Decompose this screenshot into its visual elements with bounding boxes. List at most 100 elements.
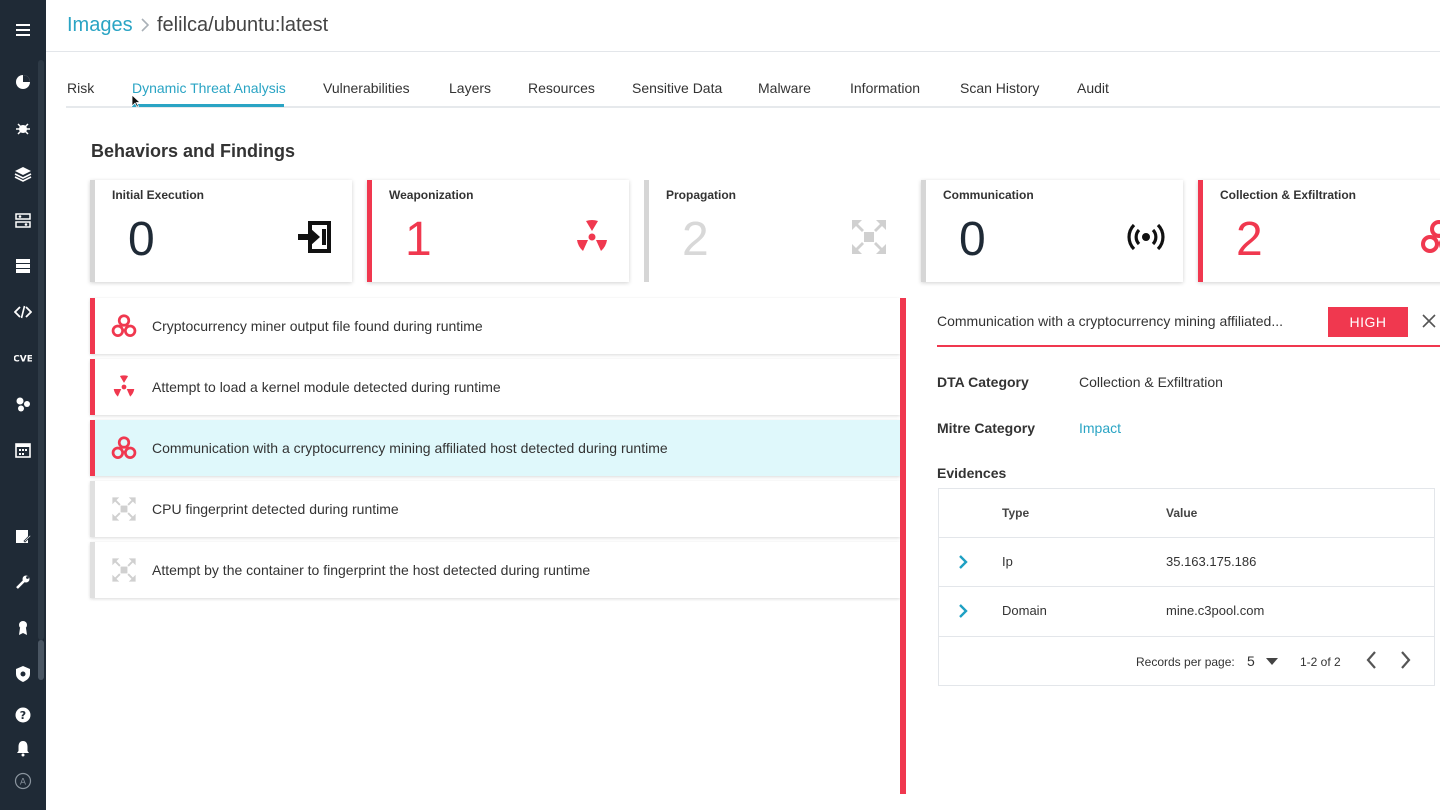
list-item-selected[interactable]: Communication with a cryptocurrency mini…	[90, 420, 900, 476]
shield-icon[interactable]	[0, 654, 46, 694]
table-row[interactable]: Ip 35.163.175.186	[939, 537, 1434, 586]
biohazard-icon	[111, 436, 137, 459]
broadcast-icon	[1127, 223, 1165, 251]
code-icon[interactable]	[0, 292, 46, 332]
svg-text:?: ?	[20, 709, 26, 722]
spread-icon	[112, 558, 136, 582]
tab-scan-history[interactable]: Scan History	[960, 80, 1039, 96]
close-icon[interactable]	[1420, 312, 1438, 330]
card-count: 0	[128, 213, 155, 266]
list-item[interactable]: CPU fingerprint detected during runtime	[90, 481, 900, 537]
card-count: 2	[1236, 213, 1263, 266]
enter-icon	[298, 221, 331, 253]
biohazard-icon	[1421, 220, 1440, 253]
tab-layers[interactable]: Layers	[449, 80, 491, 96]
list-item[interactable]: Attempt by the container to fingerprint …	[90, 542, 900, 598]
layers-icon[interactable]	[0, 154, 46, 194]
list-item-text: Attempt to load a kernel module detected…	[152, 379, 501, 395]
card-title: Collection & Exfiltration	[1220, 188, 1357, 202]
spread-icon	[112, 497, 136, 521]
settings-sliders-icon[interactable]	[0, 200, 46, 240]
list-item[interactable]: Cryptocurrency miner output file found d…	[90, 298, 900, 354]
servers-icon[interactable]	[0, 246, 46, 286]
tab-malware[interactable]: Malware	[758, 80, 811, 96]
evidence-table: Type Value Ip 35.163.175.186 Domain mine…	[938, 488, 1435, 686]
dashboard-icon[interactable]	[0, 62, 46, 102]
card-title: Initial Execution	[112, 188, 205, 202]
bug-icon[interactable]	[0, 108, 46, 148]
nodes-icon[interactable]	[0, 384, 46, 424]
card-count: 1	[405, 213, 432, 266]
severity-badge: HIGH	[1328, 307, 1408, 337]
mouse-cursor-icon	[131, 94, 141, 108]
card-count: 0	[959, 213, 986, 266]
card-weaponization[interactable]: Weaponization 1	[367, 180, 629, 282]
radiation-icon	[577, 219, 607, 251]
radiation-icon	[113, 375, 135, 397]
card-propagation[interactable]: Propagation 2	[644, 180, 906, 282]
user-avatar-icon[interactable]: A	[0, 761, 46, 801]
tab-resources[interactable]: Resources	[528, 80, 595, 96]
evidence-type: Ip	[1002, 554, 1013, 569]
list-item-text: CPU fingerprint detected during runtime	[152, 501, 399, 517]
cve-icon[interactable]: CVE	[0, 338, 46, 378]
sidebar: CVE ? A	[0, 0, 46, 810]
list-item[interactable]: Attempt to load a kernel module detected…	[90, 359, 900, 415]
evidence-value: 35.163.175.186	[1166, 554, 1257, 569]
chevron-right-icon[interactable]	[956, 553, 970, 571]
biohazard-icon	[111, 314, 137, 337]
policy-icon[interactable]	[0, 516, 46, 556]
chevron-left-icon[interactable]	[1364, 649, 1380, 671]
section-title: Behaviors and Findings	[91, 141, 296, 161]
chevron-right-icon	[141, 18, 150, 32]
breadcrumb-images-link[interactable]: Images	[67, 14, 133, 37]
detail-panel-divider	[900, 298, 906, 794]
tab-audit[interactable]: Audit	[1077, 80, 1109, 96]
card-communication[interactable]: Communication 0	[921, 180, 1183, 282]
caret-down-icon[interactable]	[1265, 657, 1279, 666]
award-icon[interactable]	[0, 608, 46, 648]
card-title: Propagation	[666, 188, 737, 202]
list-item-text: Attempt by the container to fingerprint …	[152, 562, 591, 578]
tab-risk[interactable]: Risk	[67, 80, 94, 96]
mitre-category-label: Mitre Category	[937, 420, 1036, 436]
records-per-page-label: Records per page:	[1136, 655, 1235, 669]
chevron-right-icon[interactable]	[956, 602, 970, 620]
tab-information[interactable]: Information	[850, 80, 920, 96]
active-tab-indicator	[132, 104, 284, 107]
menu-icon[interactable]	[0, 10, 46, 50]
card-count: 2	[682, 213, 709, 266]
breadcrumb-current: felilca/ubuntu:latest	[157, 14, 329, 36]
mitre-category-link[interactable]: Impact	[1079, 420, 1121, 436]
calendar-icon[interactable]	[0, 430, 46, 470]
card-title: Weaponization	[389, 188, 474, 202]
tab-sensitive-data[interactable]: Sensitive Data	[632, 80, 722, 96]
tab-dynamic-threat-analysis[interactable]: Dynamic Threat Analysis	[132, 80, 286, 96]
spread-icon	[852, 220, 886, 254]
dta-category-label: DTA Category	[937, 374, 1029, 390]
findings-list: Cryptocurrency miner output file found d…	[90, 298, 900, 598]
tab-vulnerabilities[interactable]: Vulnerabilities	[323, 80, 410, 96]
pagination-range: 1-2 of 2	[1300, 655, 1341, 669]
card-initial-execution[interactable]: Initial Execution 0	[90, 180, 352, 282]
records-per-page-select[interactable]: 5	[1247, 653, 1255, 669]
card-collection-exfiltration[interactable]: Collection & Exfiltration 2	[1198, 180, 1440, 282]
list-item-text: Cryptocurrency miner output file found d…	[152, 318, 483, 334]
table-row[interactable]: Domain mine.c3pool.com	[939, 586, 1434, 635]
dta-category-value: Collection & Exfiltration	[1079, 374, 1223, 390]
card-title: Communication	[943, 188, 1034, 202]
detail-divider	[937, 345, 1440, 347]
svg-text:A: A	[20, 778, 27, 788]
column-header-type: Type	[1002, 506, 1030, 520]
chevron-right-icon[interactable]	[1397, 649, 1413, 671]
evidence-value: mine.c3pool.com	[1166, 603, 1265, 618]
detail-title: Communication with a cryptocurrency mini…	[937, 313, 1284, 329]
svg-text:CVE: CVE	[14, 355, 32, 365]
list-item-text: Communication with a cryptocurrency mini…	[152, 440, 668, 456]
tab-bar: Risk Dynamic Threat Analysis Vulnerabili…	[46, 72, 1440, 108]
evidences-label: Evidences	[937, 465, 1007, 481]
evidence-type: Domain	[1002, 603, 1047, 618]
column-header-value: Value	[1166, 506, 1198, 520]
wrench-icon[interactable]	[0, 562, 46, 602]
breadcrumb: Images felilca/ubuntu:latest	[46, 0, 1440, 52]
